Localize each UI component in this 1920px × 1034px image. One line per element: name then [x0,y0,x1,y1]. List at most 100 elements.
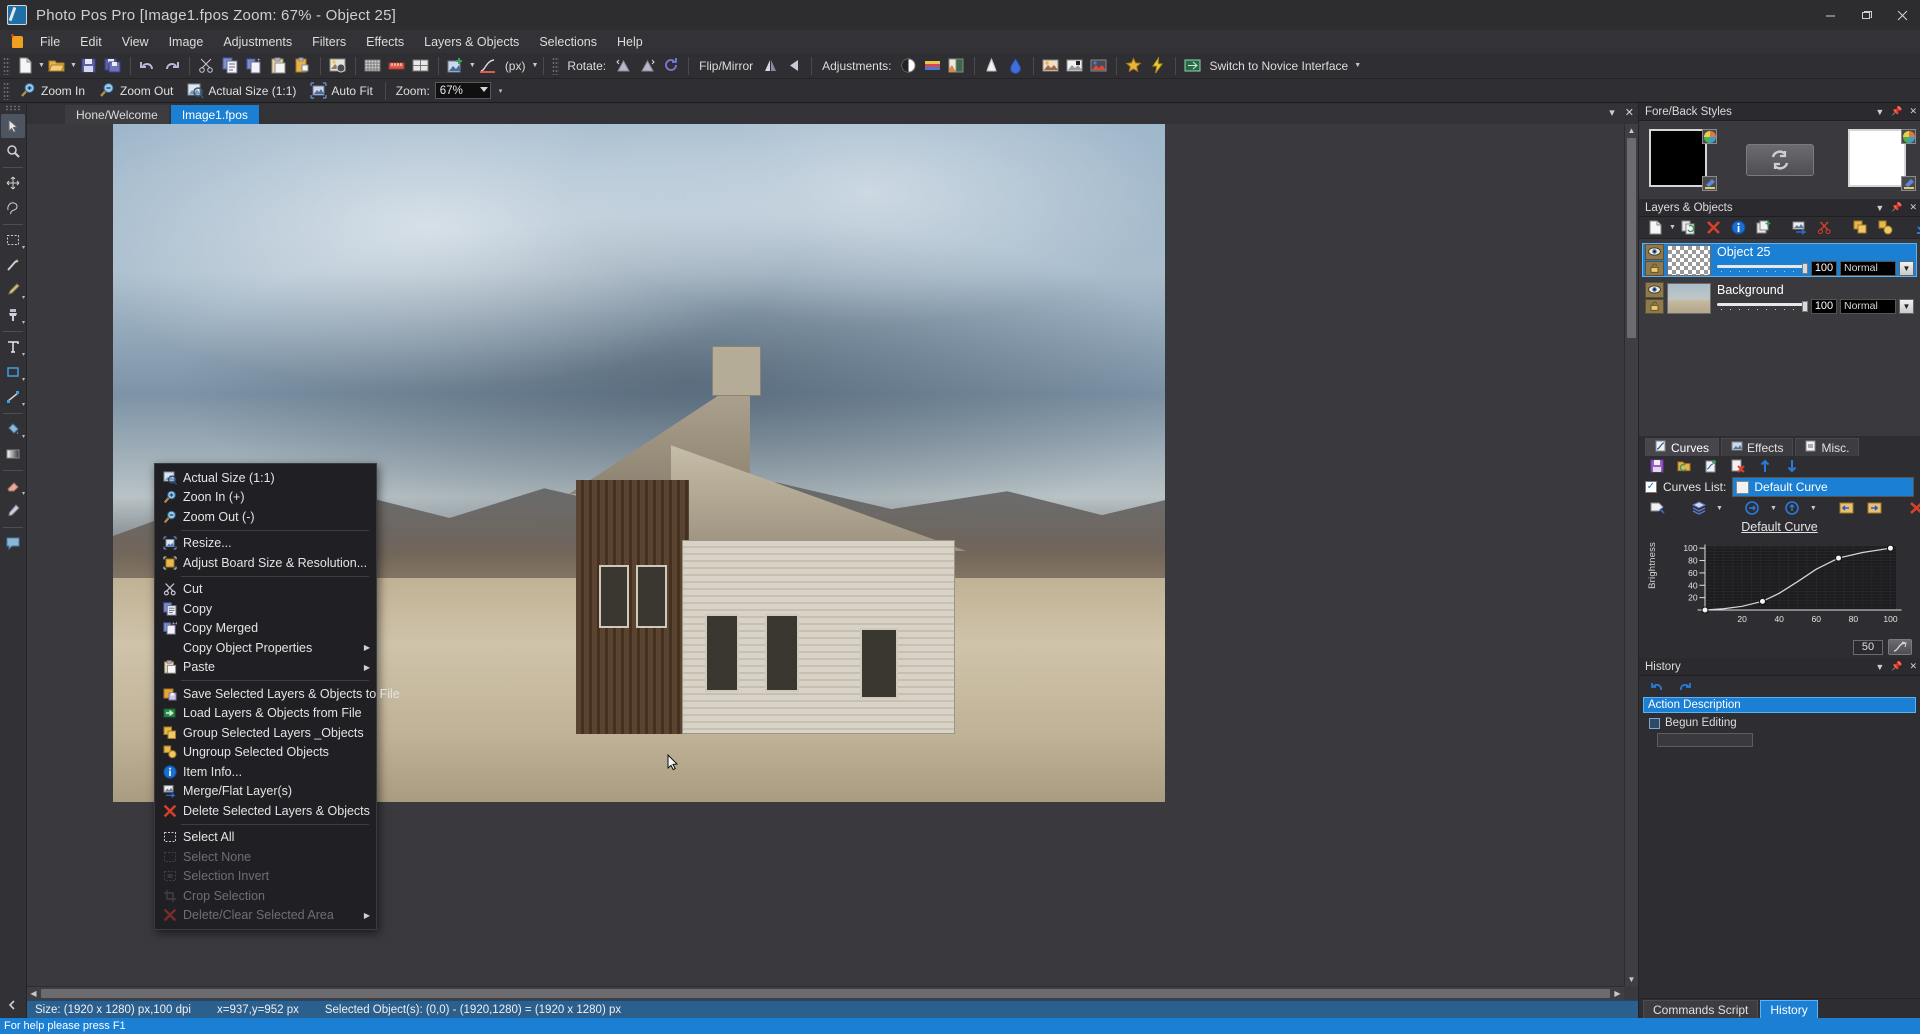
undo-icon[interactable] [1646,675,1668,697]
context-menu-item[interactable]: Merge/Flat Layer(s) [155,782,376,802]
context-menu-item[interactable]: Cut [155,580,376,600]
context-menu-item[interactable]: Copy Object Properties▶ [155,638,376,658]
ruler-icon[interactable] [386,55,408,77]
chevron-down-icon[interactable]: ▾ [22,376,25,383]
layer-thumbnail[interactable] [1667,245,1711,276]
home-icon[interactable] [4,32,30,52]
chevron-down-icon[interactable]: ▾ [22,401,25,408]
apply-to-icon[interactable] [1742,497,1764,519]
chevron-down-icon[interactable]: ▾ [22,351,25,358]
chevron-down-icon[interactable]: ▾ [22,244,25,251]
apply-to-caret[interactable]: ▼ [1770,505,1777,512]
grid-icon[interactable] [362,55,384,77]
tab-commands-script[interactable]: Commands Script [1643,1000,1758,1018]
channels-caret[interactable]: ▼ [1716,505,1723,512]
switch-interface-label[interactable]: Switch to Novice Interface [1205,59,1354,73]
context-menu-item[interactable]: Delete Selected Layers & Objects [155,801,376,821]
layer-row[interactable]: Background100Normal▼ [1642,281,1917,315]
chevron-down-icon[interactable]: ▾ [22,294,25,301]
group-icon[interactable] [1850,217,1872,239]
blur-icon[interactable] [1005,55,1027,77]
ungroup-icon[interactable] [1875,217,1897,239]
actual-size-button[interactable]: Actual Size (1:1) [180,80,303,102]
layer-opacity-value[interactable]: 100 [1811,299,1837,314]
layer-opacity-slider[interactable] [1717,302,1808,311]
menu-filters[interactable]: Filters [302,32,356,52]
zoom-level-select[interactable]: 67% [435,82,491,99]
context-menu-item[interactable]: Resize... [155,534,376,554]
canvas-viewport[interactable]: Actual Size (1:1)Zoon In (+)Zoom Out (-)… [27,124,1638,1000]
favorites-star-icon[interactable] [1123,55,1145,77]
pin-icon[interactable]: 📌 [1891,661,1902,672]
context-menu-item[interactable]: Actual Size (1:1) [155,468,376,488]
horizontal-scroll-thumb[interactable] [41,989,1610,998]
cut-layer-icon[interactable] [1814,217,1836,239]
paste-special-icon[interactable] [292,55,314,77]
close-icon[interactable]: ✕ [1909,202,1917,213]
brush-tool[interactable]: ▾ [1,278,25,302]
close-button[interactable] [1884,0,1920,30]
new-document-icon[interactable] [14,55,36,77]
scroll-up-arrow[interactable]: ▲ [1625,124,1638,137]
rectangle-select-tool[interactable]: ▾ [1,228,25,252]
context-menu-item[interactable]: Save Selected Layers & Objects to File [155,684,376,704]
layer-opacity-slider[interactable] [1717,264,1808,273]
zoom-in-button[interactable]: Zoom In [13,80,92,102]
rotate-free-icon[interactable] [660,55,682,77]
context-menu-item[interactable]: Adjust Board Size & Resolution... [155,553,376,573]
curve-value-field[interactable]: 50 [1853,640,1883,655]
image-info-icon[interactable] [327,55,349,77]
chevron-down-icon[interactable]: ▼ [1875,107,1884,117]
lasso-tool[interactable] [1,196,25,220]
context-menu-item[interactable]: Select All [155,828,376,848]
sharpen-icon[interactable] [981,55,1003,77]
lock-icon[interactable] [1645,299,1664,315]
eye-icon[interactable] [1645,282,1664,298]
close-icon[interactable]: ✕ [1625,106,1634,119]
duplicate-layer-icon[interactable] [1678,217,1700,239]
flip-horizontal-icon[interactable] [759,55,781,77]
tab-history[interactable]: History [1760,1000,1817,1018]
menu-adjustments[interactable]: Adjustments [213,32,302,52]
undo-icon[interactable] [137,55,159,77]
menu-view[interactable]: View [112,32,159,52]
open-folder-icon[interactable] [46,55,68,77]
paste-icon[interactable] [268,55,290,77]
layer-row[interactable]: Object 25100Normal▼ [1642,243,1917,277]
chevron-down-icon[interactable]: ▼ [1899,299,1914,314]
color-wheel-icon[interactable] [1702,129,1717,144]
shape-tool[interactable]: ▾ [1,360,25,384]
apply-up-caret[interactable]: ▼ [1810,505,1817,512]
switch-interface-icon[interactable] [1182,55,1204,77]
select-arrow-tool[interactable] [1,114,25,138]
levels-icon[interactable] [946,55,968,77]
text-tool[interactable]: ▾ [1,335,25,359]
curves-icon[interactable] [477,55,499,77]
close-icon[interactable]: ✕ [1909,106,1917,117]
layer-thumbnail[interactable] [1667,283,1711,314]
context-menu-item[interactable]: ++Copy Merged [155,619,376,639]
history-item[interactable]: Begun Editing [1643,715,1916,731]
auto-enhance-icon[interactable] [1040,55,1062,77]
close-icon[interactable]: ✕ [1909,661,1917,672]
layer-blend-mode[interactable]: Normal [1840,261,1896,276]
minimize-button[interactable] [1812,0,1848,30]
clone-stamp-tool[interactable]: ▾ [1,303,25,327]
copy-icon[interactable] [220,55,242,77]
new-document-caret[interactable]: ▼ [38,62,45,69]
switch-interface-caret[interactable]: ▼ [1354,62,1361,69]
open-curve-icon[interactable] [1673,455,1695,477]
chevron-down-icon[interactable] [480,87,488,92]
new-object-icon[interactable] [1753,217,1775,239]
menu-layers-objects[interactable]: Layers & Objects [414,32,529,52]
tab-image1-fpos[interactable]: Image1.fpos [171,105,259,124]
move-tool[interactable] [1,171,25,195]
rotate-right-icon[interactable] [636,55,658,77]
menu-help[interactable]: Help [607,32,653,52]
context-menu-item[interactable]: Zoon In (+) [155,488,376,508]
redo-icon[interactable] [161,55,183,77]
shift-left-icon[interactable] [1836,497,1858,519]
chevron-down-icon[interactable]: ▾ [22,490,25,497]
menu-selections[interactable]: Selections [529,32,607,52]
save-curve-icon[interactable] [1646,455,1668,477]
